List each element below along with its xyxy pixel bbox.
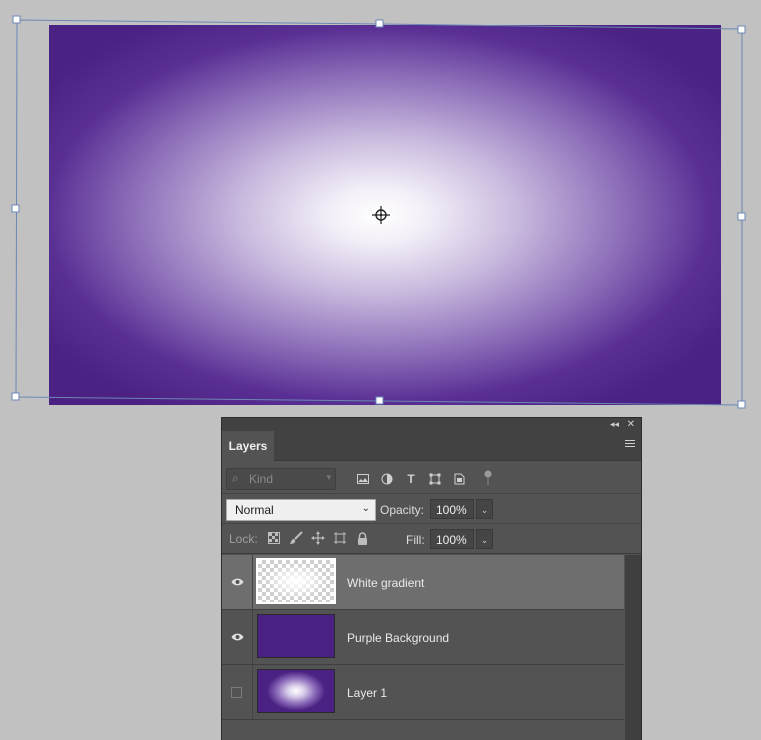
transform-handle-top-right[interactable] bbox=[737, 25, 746, 34]
eye-icon bbox=[231, 633, 244, 641]
filter-kind-select[interactable]: ⌕ Kind ▾ bbox=[226, 468, 336, 490]
blend-mode-select[interactable]: Normal ⌄ bbox=[226, 499, 376, 521]
transform-handle-bottom-right[interactable] bbox=[737, 400, 746, 409]
visibility-toggle[interactable] bbox=[222, 555, 253, 609]
transform-handle-right[interactable] bbox=[737, 212, 746, 221]
transform-handle-top[interactable] bbox=[375, 19, 384, 28]
visibility-toggle[interactable] bbox=[222, 665, 253, 719]
panel-title-bar[interactable]: ◂◂ ✕ bbox=[222, 418, 641, 431]
filter-kind-label: Kind bbox=[249, 472, 274, 486]
type-filter-icon[interactable]: T bbox=[402, 471, 420, 487]
layer-thumbnail[interactable] bbox=[256, 558, 336, 604]
layer-thumbnail[interactable] bbox=[257, 669, 335, 713]
layers-list: White gradient Purple Background Layer 1 bbox=[222, 555, 624, 740]
fill-label: Fill: bbox=[406, 533, 425, 547]
opacity-dropdown-button[interactable]: ⌄ bbox=[476, 499, 493, 519]
layer-row-layer-1[interactable]: Layer 1 bbox=[222, 665, 624, 720]
lock-label: Lock: bbox=[229, 532, 258, 546]
layer-row-white-gradient[interactable]: White gradient bbox=[222, 555, 624, 610]
lock-position-icon[interactable] bbox=[309, 530, 327, 546]
hidden-visibility-box bbox=[231, 687, 242, 698]
transform-handle-top-left[interactable] bbox=[12, 15, 21, 24]
layer-row-purple-background[interactable]: Purple Background bbox=[222, 610, 624, 665]
panel-tab-bar: Layers bbox=[222, 431, 641, 461]
fill-input[interactable]: 100% bbox=[430, 529, 474, 549]
blend-opacity-row: Normal ⌄ Opacity: 100% ⌄ bbox=[222, 494, 641, 524]
layer-thumbnail[interactable] bbox=[257, 614, 335, 658]
image-filter-icon[interactable] bbox=[354, 471, 372, 487]
chevron-down-icon: ▾ bbox=[326, 472, 331, 482]
search-icon: ⌕ bbox=[232, 471, 239, 485]
filter-toggle-icon[interactable] bbox=[484, 470, 492, 486]
shape-filter-icon[interactable] bbox=[426, 471, 444, 487]
tab-layers[interactable]: Layers bbox=[222, 431, 274, 461]
lock-all-icon[interactable] bbox=[353, 530, 371, 546]
transform-handle-left[interactable] bbox=[11, 204, 20, 213]
close-panel-icon[interactable]: ✕ bbox=[627, 418, 635, 431]
layer-filter-row: ⌕ Kind ▾ T bbox=[222, 465, 641, 494]
transform-handle-bottom-left[interactable] bbox=[11, 392, 20, 401]
adjustment-filter-icon[interactable] bbox=[378, 471, 396, 487]
opacity-input[interactable]: 100% bbox=[430, 499, 474, 519]
layer-name[interactable]: Purple Background bbox=[347, 631, 449, 645]
collapse-panel-icon[interactable]: ◂◂ bbox=[610, 418, 619, 431]
layers-panel: ◂◂ ✕ Layers ⌕ Kind ▾ T Normal ⌄ Opacity:… bbox=[221, 417, 642, 740]
layers-scrollbar[interactable] bbox=[625, 555, 641, 740]
fill-dropdown-button[interactable]: ⌄ bbox=[476, 529, 493, 549]
layer-name[interactable]: Layer 1 bbox=[347, 686, 387, 700]
lock-image-icon[interactable] bbox=[287, 530, 305, 546]
lock-fill-row: Lock: Fill: 100% ⌄ bbox=[222, 524, 641, 554]
eye-icon bbox=[231, 578, 244, 586]
panel-menu-icon[interactable] bbox=[625, 440, 635, 449]
smart-object-filter-icon[interactable] bbox=[450, 471, 468, 487]
lock-transparent-icon[interactable] bbox=[265, 530, 283, 546]
lock-artboard-icon[interactable] bbox=[331, 530, 349, 546]
visibility-toggle[interactable] bbox=[222, 610, 253, 664]
reference-point-crosshair-icon[interactable] bbox=[371, 205, 391, 225]
chevron-down-icon: ⌄ bbox=[361, 503, 370, 514]
layer-name[interactable]: White gradient bbox=[347, 576, 424, 590]
opacity-label: Opacity: bbox=[380, 503, 425, 517]
blend-mode-value: Normal bbox=[235, 503, 274, 517]
transform-handle-bottom[interactable] bbox=[375, 396, 384, 405]
